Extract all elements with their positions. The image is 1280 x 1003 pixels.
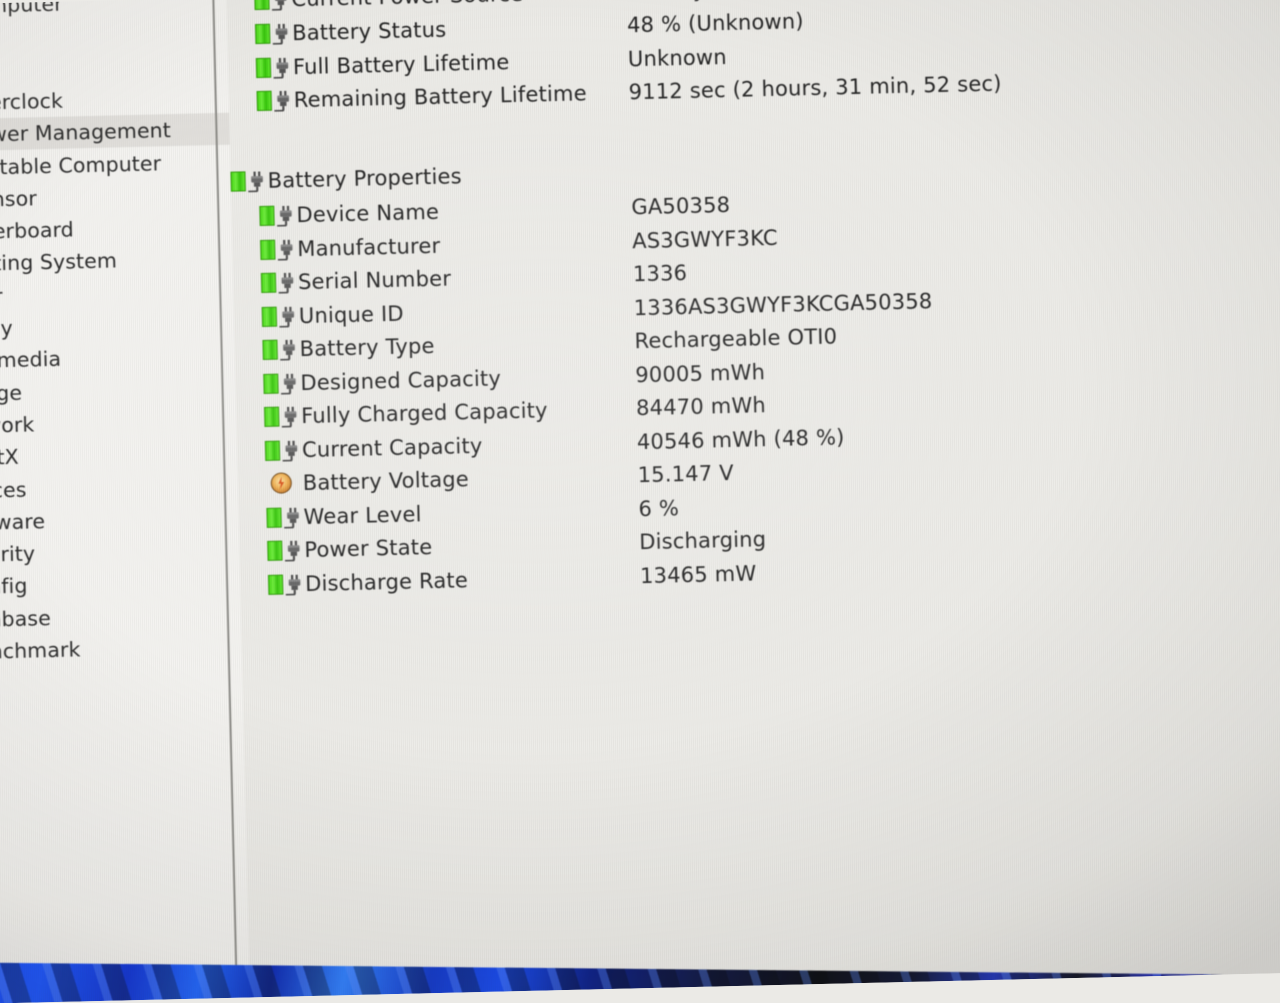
battery-bar-icon [263, 373, 279, 394]
row-label: Designed Capacity [300, 365, 502, 395]
battery-bar-icon [260, 239, 276, 260]
row-label-cell: Wear Level [266, 497, 422, 535]
row-label-cell: Battery Properties [230, 159, 462, 198]
row-value: 15.147 V [637, 460, 735, 488]
row-label: Current Power Source [291, 0, 523, 11]
power-plug-icon [271, 57, 290, 79]
row-label-cell: Battery Type [262, 329, 435, 367]
aida64-window: omputerMIMIverclockower Managementortabl… [0, 0, 1280, 1003]
battery-bar-icon [254, 23, 271, 44]
row-label: Manufacturer [296, 233, 441, 261]
row-label: Discharge Rate [304, 567, 469, 596]
battery-bar-icon [254, 0, 270, 11]
row-label-cell: Device Name [259, 195, 439, 233]
row-value: 48 % (Unknown) [626, 8, 805, 38]
row-label: Serial Number [297, 266, 452, 295]
battery-bar-icon [255, 57, 272, 78]
battery-plug-icon [261, 305, 297, 328]
row-label: Battery Status [291, 17, 447, 46]
row-value: 13465 mW [639, 560, 757, 588]
battery-plug-icon [263, 405, 299, 429]
battery-plug-icon [254, 22, 290, 45]
row-label-cell: Unique ID [261, 296, 404, 333]
sidebar-item-nchmark[interactable]: nchmark [0, 630, 242, 668]
sidebar-tree[interactable]: omputerMIMIverclockower Managementortabl… [0, 0, 250, 1003]
row-label-cell: Current Capacity [264, 428, 483, 467]
row-value: Rechargeable OTI0 [634, 324, 838, 354]
power-plug-icon [274, 205, 293, 228]
battery-bar-icon [261, 306, 278, 327]
battery-bar-icon [260, 272, 277, 294]
voltage-gauge-icon [266, 471, 301, 496]
row-label: Full Battery Lifetime [292, 49, 510, 79]
row-value: 1336 [632, 260, 688, 287]
row-label-cell: Manufacturer [260, 228, 441, 266]
power-plug-icon [272, 91, 291, 113]
power-plug-icon [283, 574, 302, 596]
battery-bar-icon [267, 574, 284, 595]
battery-plug-icon [259, 204, 294, 228]
row-value: 84470 mWh [635, 393, 767, 421]
battery-bar-icon [256, 91, 273, 112]
battery-plug-icon [255, 56, 291, 79]
row-label: Fully Charged Capacity [300, 398, 548, 429]
power-plug-icon [279, 406, 298, 429]
battery-plug-icon [262, 338, 297, 362]
row-value: AS3GWYF3KC [631, 225, 779, 253]
row-label: Battery Voltage [302, 467, 470, 496]
battery-plug-icon [263, 372, 298, 395]
power-plug-icon [275, 239, 294, 261]
power-plug-icon [245, 171, 264, 193]
battery-bar-icon [264, 440, 281, 461]
battery-bar-icon [259, 205, 275, 227]
page-content: Current Power SourceBatteryBattery Statu… [226, 0, 1280, 997]
row-label: Device Name [296, 199, 440, 228]
battery-plug-icon [230, 170, 265, 193]
row-label: Power State [304, 535, 433, 563]
battery-bar-icon [230, 171, 246, 192]
row-label: Unique ID [298, 301, 405, 328]
row-label-cell: Discharge Rate [267, 563, 469, 602]
battery-bar-icon [263, 406, 280, 427]
section-heading-label: Battery Properties [267, 164, 463, 193]
row-value: 90005 mWh [635, 359, 766, 387]
row-value: 40546 mWh (48 %) [636, 424, 845, 454]
row-label-cell: Battery Status [254, 12, 447, 50]
power-plug-icon [278, 373, 297, 395]
row-label-cell: Battery Voltage [265, 462, 469, 501]
row-label-cell: Power State [267, 530, 433, 568]
row-label: Remaining Battery Lifetime [293, 81, 588, 113]
row-label: Wear Level [303, 501, 422, 529]
battery-plug-icon [260, 271, 296, 295]
battery-plug-icon [264, 439, 300, 462]
battery-plug-icon [266, 506, 301, 529]
row-value: Discharging [638, 527, 767, 555]
power-plug-icon [280, 440, 299, 462]
battery-bar-icon [262, 339, 278, 360]
power-plug-icon [270, 23, 289, 45]
power-plug-icon [277, 339, 296, 362]
battery-plug-icon [260, 238, 295, 261]
power-plug-icon [282, 540, 301, 562]
battery-plug-icon [254, 0, 289, 12]
row-value: Unknown [627, 44, 728, 71]
row-label-cell: Remaining Battery Lifetime [256, 77, 587, 119]
sidebar-item-label: nchmark [0, 637, 81, 664]
battery-plug-icon [267, 539, 302, 562]
power-plug-icon [281, 507, 300, 529]
row-value: GA50358 [631, 192, 731, 220]
battery-bar-icon [266, 507, 282, 528]
battery-bar-icon [267, 540, 283, 561]
row-label-cell: Serial Number [260, 262, 452, 300]
power-plug-icon [269, 0, 288, 12]
power-plug-icon [276, 272, 295, 295]
row-label: Battery Type [299, 333, 435, 362]
row-label: Current Capacity [301, 433, 483, 462]
row-value: 6 % [638, 495, 680, 521]
battery-plug-icon [267, 573, 303, 596]
power-plug-icon [277, 306, 296, 328]
battery-plug-icon [256, 90, 292, 113]
